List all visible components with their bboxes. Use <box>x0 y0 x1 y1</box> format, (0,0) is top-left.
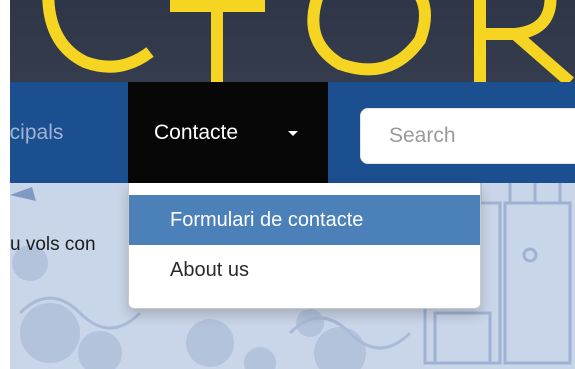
caret-down-icon <box>288 131 298 136</box>
site-header-banner <box>10 0 575 82</box>
menu-item-about-us[interactable]: About us <box>129 245 480 295</box>
nav-item-principals[interactable]: ncipals <box>10 82 63 183</box>
menu-item-formulari-de-contacte[interactable]: Formulari de contacte <box>129 195 480 245</box>
search-input[interactable] <box>360 108 575 164</box>
site-logo <box>42 0 574 82</box>
nav-dropdown-label: Contacte <box>154 121 239 144</box>
nav-dropdown-contacte[interactable]: Contacte <box>128 82 328 183</box>
page-intro-text: u vols con <box>10 234 96 255</box>
contacte-dropdown-menu: Formulari de contacte About us <box>128 183 481 309</box>
browser-viewport: ncipals Contacte <box>10 0 575 369</box>
main-navbar: ncipals Contacte <box>10 82 575 183</box>
